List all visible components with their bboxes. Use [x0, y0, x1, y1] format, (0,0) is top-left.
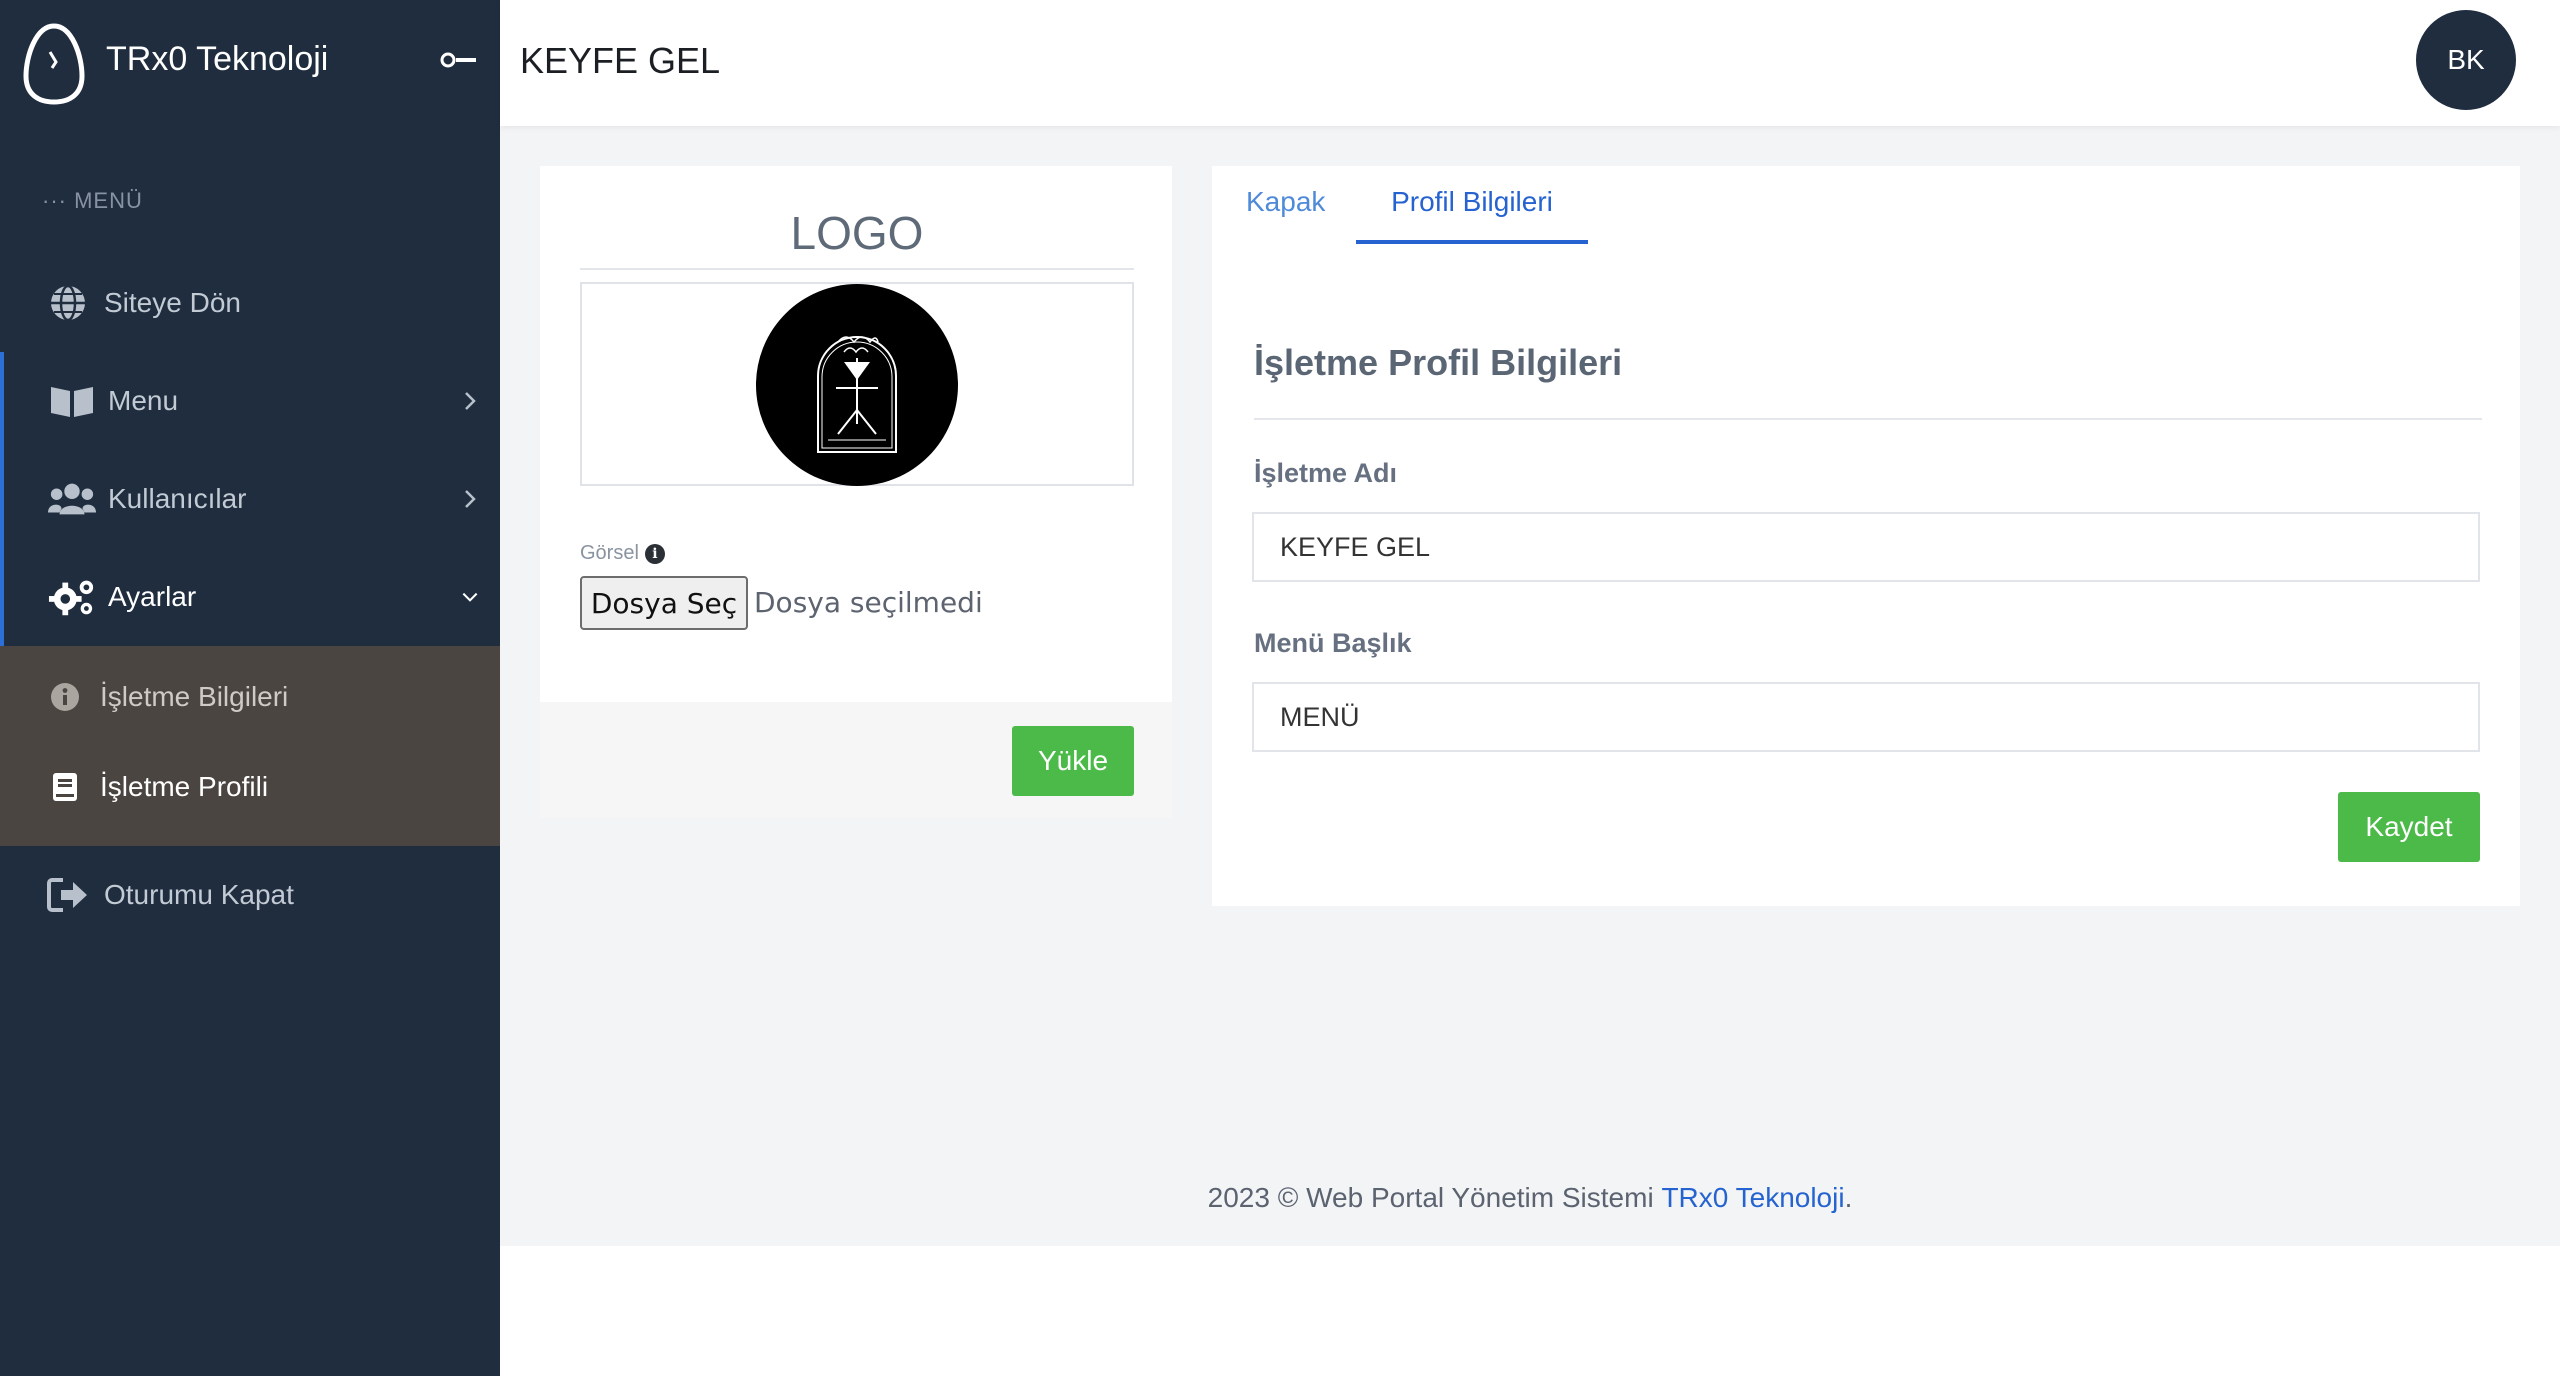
footer-area — [500, 1246, 2560, 1376]
footer-company-link[interactable]: TRx0 Teknoloji — [1661, 1182, 1844, 1214]
globe-icon — [44, 283, 92, 323]
chevron-right-icon — [465, 392, 476, 410]
brand: TRx0 Teknoloji — [0, 0, 500, 126]
topbar: KEYFE GEL BK — [500, 0, 2560, 126]
footer-text: 2023 © Web Portal Yönetim Sistemi — [1207, 1182, 1662, 1213]
section-title: İşletme Profil Bilgileri — [1254, 342, 1623, 383]
page-title: KEYFE GEL — [520, 40, 721, 81]
business-name-input[interactable]: KEYFE GEL — [1252, 512, 2480, 582]
footer-suffix: . — [1844, 1182, 1853, 1213]
section-divider — [1254, 418, 2482, 420]
egg-logo-icon — [23, 23, 85, 105]
chevron-down-icon — [462, 592, 478, 602]
profile-card: Kapak Profil Bilgileri İşletme Profil Bi… — [1212, 166, 2520, 906]
key-toggle-icon[interactable] — [440, 48, 480, 72]
sidebar-item-ayarlar[interactable]: Ayarlar — [0, 548, 500, 646]
brand-name: TRx0 Teknoloji — [106, 40, 329, 78]
sidebar-item-label: Oturumu Kapat — [104, 879, 294, 910]
image-label-text: Görsel — [580, 542, 639, 564]
image-field-label: Görsel i — [580, 542, 665, 565]
sidebar: TRx0 Teknoloji ··· MENÜ Siteye Dön Menu … — [0, 0, 500, 1376]
sidebar-item-menu[interactable]: Menu — [0, 352, 500, 450]
upload-button[interactable]: Yükle — [1012, 726, 1134, 796]
chevron-right-icon — [465, 490, 476, 508]
submenu-item-isletme-profili[interactable]: İşletme Profili — [0, 742, 500, 832]
logo-preview-frame — [580, 282, 1134, 486]
info-icon[interactable]: i — [644, 543, 665, 564]
gears-icon — [48, 577, 96, 617]
sidebar-item-label: Siteye Dön — [104, 287, 241, 318]
book-open-icon — [48, 381, 96, 421]
menu-title-label: Menü Başlık — [1254, 628, 1412, 658]
sidebar-item-label: Menu — [108, 385, 179, 416]
sidebar-item-kullanicilar[interactable]: Kullanıcılar — [0, 450, 500, 548]
submenu-item-label: İşletme Bilgileri — [100, 681, 289, 712]
submenu-item-label: İşletme Profili — [100, 771, 269, 802]
submenu-item-isletme-bilgileri[interactable]: İşletme Bilgileri — [0, 652, 500, 742]
sidebar-item-label: Kullanıcılar — [108, 483, 247, 514]
menu-heading: ··· MENÜ — [42, 188, 143, 213]
sign-out-icon — [44, 875, 92, 915]
tab-kapak[interactable]: Kapak — [1246, 166, 1325, 218]
user-avatar[interactable]: BK — [2416, 10, 2516, 110]
sidebar-item-siteye-don[interactable]: Siteye Dön — [0, 254, 500, 352]
logo-card: LOGO Görsel i Dosya Seç Dosya seçilmedi — [540, 166, 1172, 702]
save-button[interactable]: Kaydet — [2338, 792, 2480, 862]
ayarlar-submenu: İşletme Bilgileri İşletme Profili — [0, 646, 500, 846]
tab-profil-bilgileri[interactable]: Profil Bilgileri — [1356, 166, 1588, 244]
logo-card-title: LOGO — [580, 206, 1134, 270]
logo-card-footer: Yükle — [540, 702, 1172, 818]
info-circle-icon — [46, 678, 84, 716]
business-name-label: İşletme Adı — [1254, 458, 1398, 488]
file-status-text: Dosya seçilmedi — [754, 586, 983, 619]
choose-file-button[interactable]: Dosya Seç — [580, 576, 748, 630]
sidebar-item-label: Ayarlar — [108, 581, 197, 612]
sidebar-item-oturumu-kapat[interactable]: Oturumu Kapat — [0, 846, 500, 944]
business-logo-image — [756, 284, 958, 486]
users-icon — [48, 479, 96, 519]
footer: 2023 © Web Portal Yönetim Sistemi TRx0 T… — [500, 1150, 2560, 1246]
menu-title-input[interactable]: MENÜ — [1252, 682, 2480, 752]
book-icon — [46, 768, 84, 806]
